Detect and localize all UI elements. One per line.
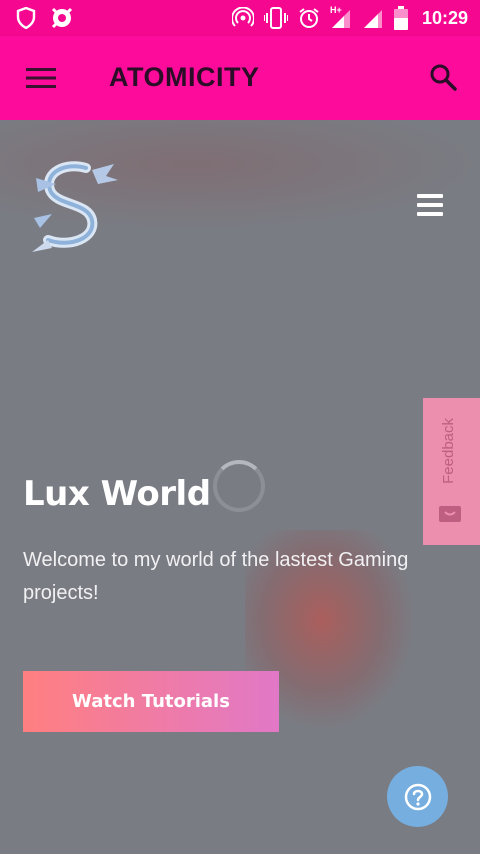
hotspot-icon xyxy=(231,7,254,27)
help-button[interactable] xyxy=(387,766,448,827)
status-time: 10:29 xyxy=(421,7,468,28)
search-icon[interactable] xyxy=(428,62,458,92)
feedback-icon xyxy=(439,506,461,522)
question-icon xyxy=(404,783,431,810)
hero-subtitle: Welcome to my world of the lastest Gamin… xyxy=(23,549,409,604)
watch-tutorials-button[interactable]: Watch Tutorials xyxy=(23,671,279,732)
status-bar: H+ 10:29 xyxy=(0,0,480,36)
dragon-logo[interactable] xyxy=(26,158,122,258)
feedback-tab[interactable]: Feedback xyxy=(423,398,480,545)
avast-icon xyxy=(51,7,73,29)
alarm-icon xyxy=(299,8,319,28)
hero-section: Lux World Welcome to my world of the las… xyxy=(0,120,480,854)
hamburger-icon[interactable] xyxy=(417,194,443,216)
vibrate-icon xyxy=(263,7,288,29)
signal-icon xyxy=(331,10,350,28)
hamburger-menu-icon[interactable] xyxy=(26,66,56,90)
network-type: H+ xyxy=(330,5,352,29)
shield-icon xyxy=(16,7,36,29)
app-title: ATOMICITY xyxy=(109,62,260,92)
hero-title: Lux World xyxy=(23,474,211,514)
signal-icon-2 xyxy=(363,10,382,28)
battery-icon xyxy=(393,6,408,30)
feedback-label: Feedback xyxy=(440,418,457,484)
app-bar: ATOMICITY xyxy=(0,36,480,120)
status-left-icons xyxy=(16,6,74,30)
status-right-icons: H+ 10:29 xyxy=(231,5,468,30)
loading-spinner xyxy=(213,460,265,512)
